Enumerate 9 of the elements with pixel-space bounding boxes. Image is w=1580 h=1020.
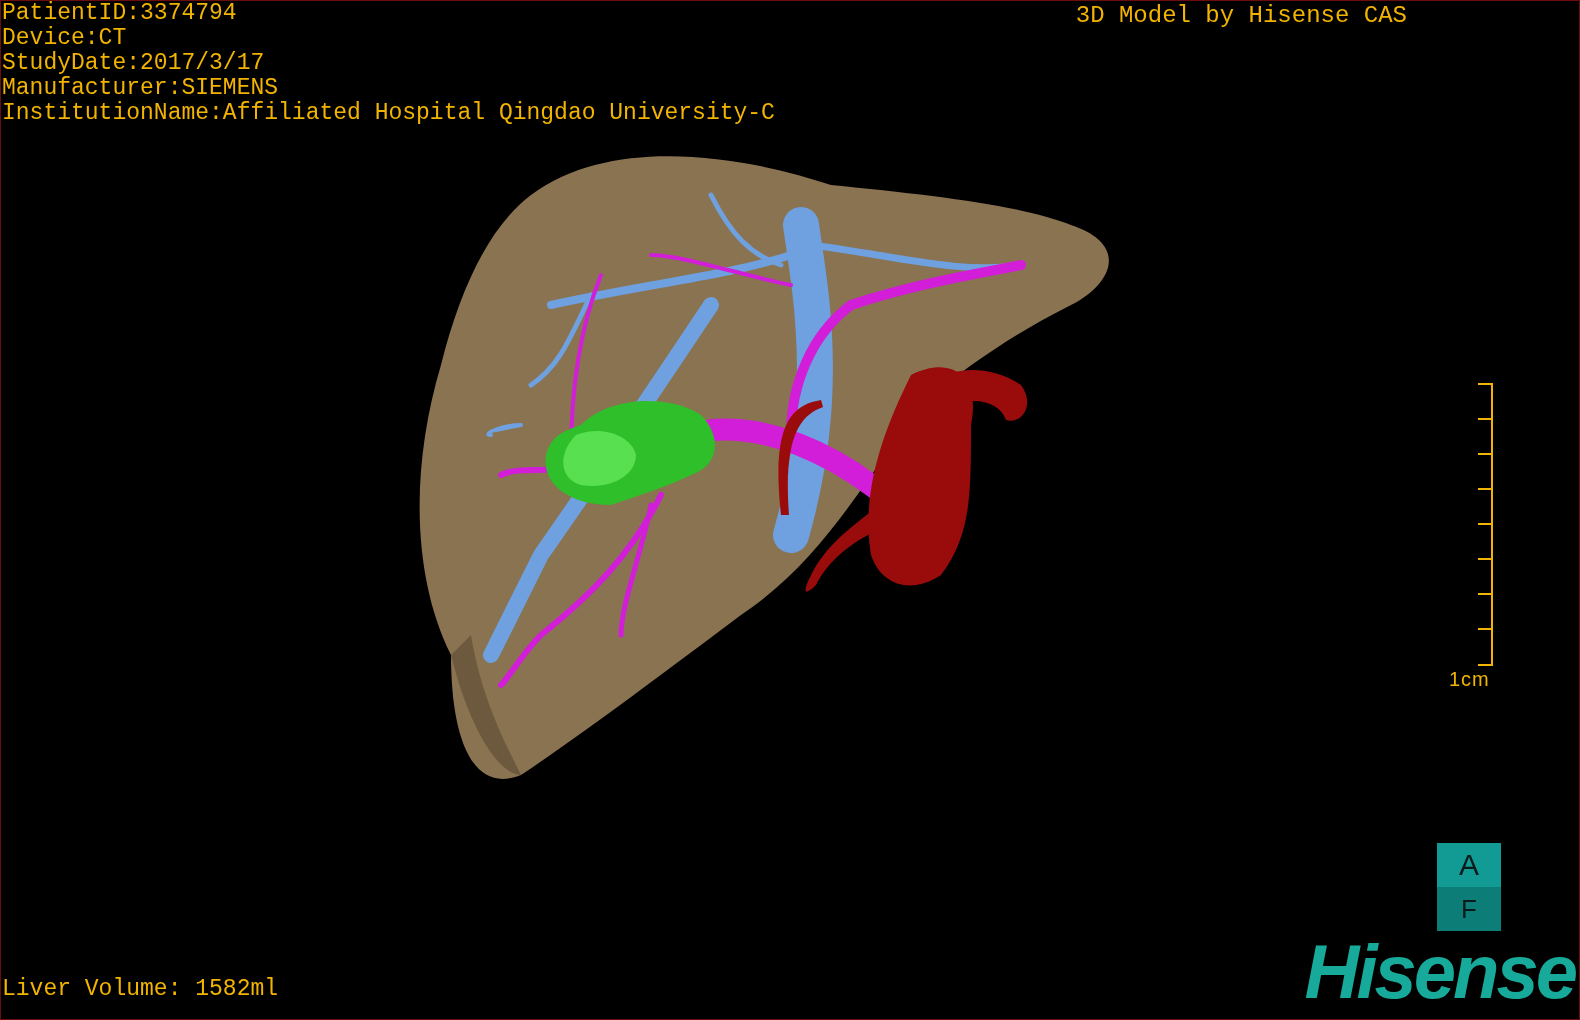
brand-logo: Hisense <box>1304 941 1575 1003</box>
scale-label: 1cm <box>1449 667 1490 691</box>
study-info-text: PatientID:3374794 <box>2 1 238 26</box>
study-info-text: InstitutionName:Affiliated Hospital Qingdao University-C <box>2 101 775 126</box>
study-info-text: Device:CT <box>2 26 128 51</box>
viewer-title: 3D Model by Hisense CAS <box>1075 1 1407 31</box>
study-info-text: Manufacturer:SIEMENS <box>2 76 280 101</box>
study-info-text: StudyDate:2017/3/17 <box>2 51 266 76</box>
liver-volume: Liver Volume: 1582ml <box>1 975 279 1003</box>
